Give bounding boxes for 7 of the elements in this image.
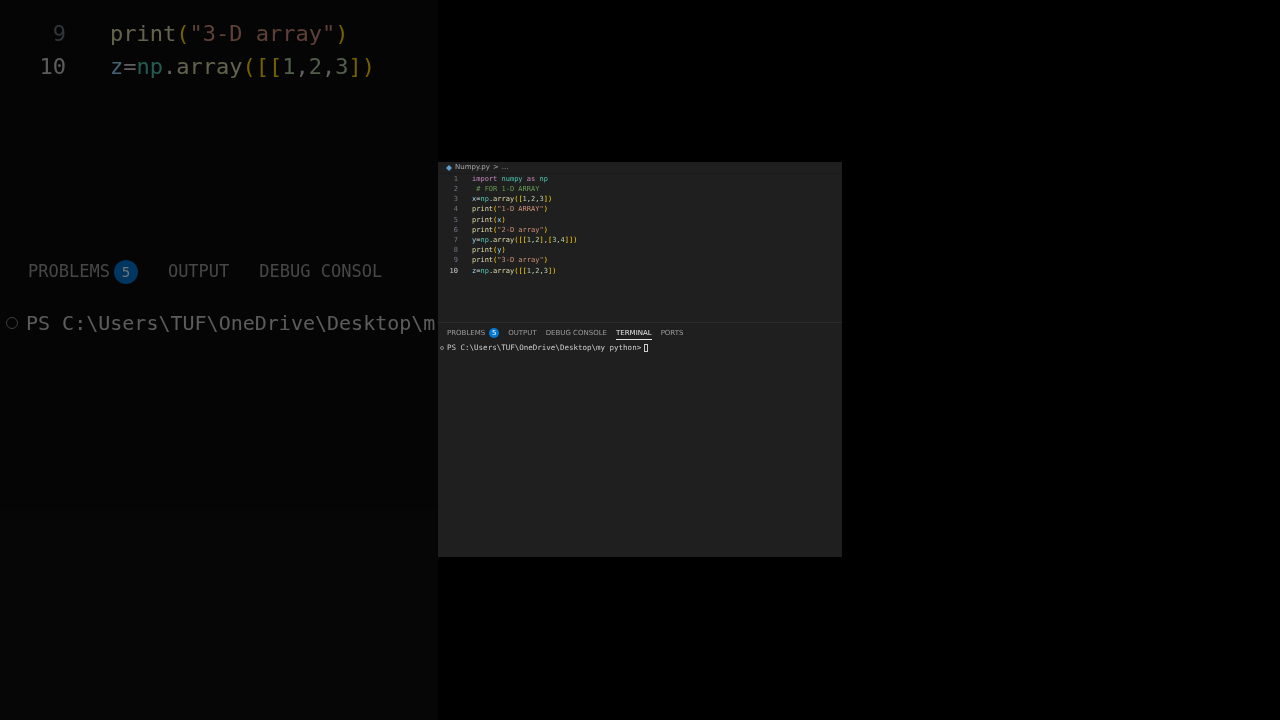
python-file-icon: [446, 164, 452, 171]
problems-count-badge: 5: [113, 260, 138, 284]
terminal-cursor: [644, 343, 649, 352]
line-number: 10: [38, 53, 66, 81]
code-line: print("3-D array"): [110, 20, 349, 48]
terminal-prompt: PS C:\Users\TUF\OneDrive\Desktop\m: [26, 310, 436, 337]
active-code-line: z=np.array([[1,2,3]): [110, 53, 375, 81]
